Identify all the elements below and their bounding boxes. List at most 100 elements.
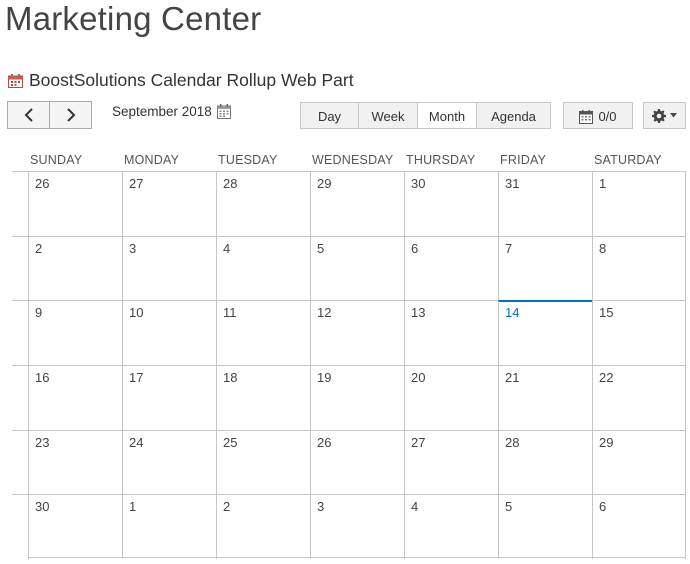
week-row: 9 10 11 12 13 14 15 [12,300,686,365]
day-cell[interactable]: 19 [310,365,404,430]
settings-button[interactable] [643,102,686,129]
day-cell[interactable]: 31 [498,171,592,236]
day-number: 28 [505,435,520,450]
day-cell[interactable]: 1 [592,171,686,236]
day-number: 25 [223,435,238,450]
day-number: 10 [129,305,144,320]
week-gutter [12,171,28,236]
day-cell-today[interactable]: 14 [498,300,592,365]
next-button[interactable] [50,101,92,129]
day-cell[interactable]: 24 [122,430,216,495]
day-number: 5 [505,499,513,514]
day-cell[interactable]: 29 [310,171,404,236]
day-number: 23 [35,435,50,450]
event-count-button[interactable]: 0/0 [563,102,633,129]
day-cell[interactable]: 21 [498,365,592,430]
day-cell[interactable]: 13 [404,300,498,365]
site-title: Marketing Center [5,0,262,37]
day-cell[interactable]: 22 [592,365,686,430]
day-cell[interactable]: 30 [404,171,498,236]
day-number: 3 [129,241,137,256]
current-date-label: September 2018 [112,104,212,119]
day-cell[interactable]: 23 [28,430,122,495]
day-cell[interactable]: 29 [592,430,686,495]
view-agenda-button[interactable]: Agenda [477,102,551,129]
day-number: 29 [599,435,614,450]
weekday-header: TUESDAY [218,153,278,167]
day-cell[interactable]: 2 [28,236,122,301]
day-cell[interactable]: 10 [122,300,216,365]
day-number: 30 [411,176,426,191]
date-navigation [7,101,92,129]
day-number: 28 [223,176,238,191]
day-cell[interactable]: 27 [122,171,216,236]
month-grid: 26 27 28 29 30 31 1 2 3 4 5 6 7 8 9 10 11 12 13 14 15 16 17 18 1… [12,171,686,559]
day-number: 30 [35,499,50,514]
day-cell[interactable]: 5 [310,236,404,301]
week-row: 26 27 28 29 30 31 1 [12,171,686,236]
day-number: 13 [411,305,426,320]
day-cell[interactable]: 30 [28,494,122,559]
day-cell[interactable]: 9 [28,300,122,365]
day-cell[interactable]: 7 [498,236,592,301]
day-number: 19 [317,370,332,385]
day-cell[interactable]: 28 [498,430,592,495]
day-number: 3 [317,499,325,514]
week-row: 23 24 25 26 27 28 29 [12,430,686,495]
day-cell[interactable]: 4 [216,236,310,301]
day-cell[interactable]: 4 [404,494,498,559]
day-cell[interactable]: 3 [122,236,216,301]
day-cell[interactable]: 5 [498,494,592,559]
day-number: 9 [35,305,43,320]
week-row: 30 1 2 3 4 5 6 [12,494,686,559]
week-cells: 9 10 11 12 13 14 15 [28,300,686,365]
view-week-button[interactable]: Week [359,102,418,129]
day-cell[interactable]: 27 [404,430,498,495]
day-cell[interactable]: 26 [28,171,122,236]
day-cell[interactable]: 1 [122,494,216,559]
day-cell[interactable]: 28 [216,171,310,236]
day-cell[interactable]: 2 [216,494,310,559]
day-number: 24 [129,435,144,450]
webpart-title-label: BoostSolutions Calendar Rollup Web Part [29,70,354,90]
weekday-header: FRIDAY [500,153,547,167]
day-number: 12 [317,305,332,320]
day-cell[interactable]: 6 [592,494,686,559]
day-cell[interactable]: 6 [404,236,498,301]
week-gutter [12,365,28,430]
day-number: 1 [129,499,137,514]
week-cells: 23 24 25 26 27 28 29 [28,430,686,495]
day-cell[interactable]: 8 [592,236,686,301]
day-cell[interactable]: 15 [592,300,686,365]
day-number: 27 [129,176,144,191]
day-number: 11 [223,305,237,320]
day-cell[interactable]: 25 [216,430,310,495]
day-cell[interactable]: 17 [122,365,216,430]
date-picker-icon[interactable] [216,104,231,119]
day-number: 6 [411,241,419,256]
day-cell[interactable]: 26 [310,430,404,495]
week-row: 2 3 4 5 6 7 8 [12,236,686,301]
day-number: 29 [317,176,332,191]
week-row: 16 17 18 19 20 21 22 [12,365,686,430]
day-cell[interactable]: 12 [310,300,404,365]
webpart-title: BoostSolutions Calendar Rollup Web Part [8,70,354,91]
weekday-header: THURSDAY [406,153,476,167]
day-number: 22 [599,370,614,385]
previous-button[interactable] [7,101,50,129]
day-cell[interactable]: 11 [216,300,310,365]
day-cell[interactable]: 20 [404,365,498,430]
day-cell[interactable]: 18 [216,365,310,430]
day-cell[interactable]: 3 [310,494,404,559]
event-count-label: 0/0 [598,109,617,124]
day-number: 4 [223,241,231,256]
day-number: 26 [35,176,50,191]
day-cell[interactable]: 16 [28,365,122,430]
day-number: 31 [505,176,520,191]
current-date[interactable]: September 2018 [112,104,231,119]
chevron-left-icon [24,108,33,122]
view-day-button[interactable]: Day [300,102,359,129]
day-number: 4 [411,499,419,514]
view-switcher: Day Week Month Agenda [300,102,551,129]
view-month-button[interactable]: Month [418,102,477,129]
